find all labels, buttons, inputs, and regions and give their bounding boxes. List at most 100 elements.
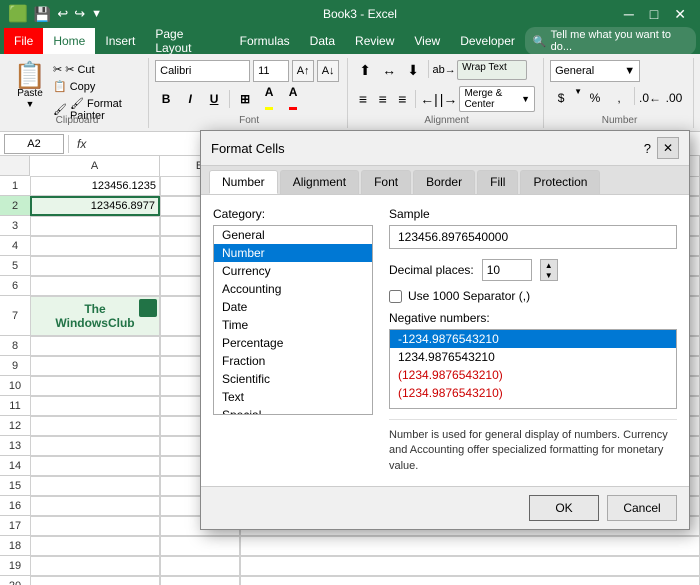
- decimal-spinner[interactable]: ▲ ▼: [540, 259, 558, 281]
- menu-review[interactable]: Review: [345, 28, 404, 54]
- separator-checkbox[interactable]: [389, 290, 402, 303]
- align-left-button[interactable]: ≡: [354, 89, 372, 109]
- menu-view[interactable]: View: [404, 28, 450, 54]
- decimal-places-input[interactable]: [482, 259, 532, 281]
- cell-a12[interactable]: [30, 416, 160, 436]
- bold-button[interactable]: B: [155, 88, 177, 110]
- cat-date[interactable]: Date: [214, 298, 372, 316]
- decrease-indent-button[interactable]: ←|: [420, 89, 438, 109]
- close-button[interactable]: ✕: [668, 4, 692, 25]
- row-header-3[interactable]: 3: [0, 216, 30, 236]
- cell-a5[interactable]: [30, 256, 160, 276]
- decrease-decimal-button[interactable]: .0←: [639, 87, 661, 109]
- increase-indent-button[interactable]: |→: [440, 89, 458, 109]
- row-header-17[interactable]: 17: [0, 516, 30, 536]
- cat-text[interactable]: Text: [214, 388, 372, 406]
- font-color-button[interactable]: A: [282, 88, 304, 110]
- neg-item-0[interactable]: -1234.9876543210: [390, 330, 676, 348]
- align-bottom-button[interactable]: ⬇: [402, 60, 424, 80]
- neg-item-2[interactable]: (1234.9876543210): [390, 366, 676, 384]
- row-header-14[interactable]: 14: [0, 456, 30, 476]
- fill-color-button[interactable]: A: [258, 88, 280, 110]
- menu-page-layout[interactable]: Page Layout: [145, 28, 229, 54]
- increase-decimal-button[interactable]: .00: [663, 87, 685, 109]
- cat-time[interactable]: Time: [214, 316, 372, 334]
- row-header-12[interactable]: 12: [0, 416, 30, 436]
- menu-developer[interactable]: Developer: [450, 28, 525, 54]
- row-header-7[interactable]: 7: [0, 296, 30, 336]
- row-header-13[interactable]: 13: [0, 436, 30, 456]
- cell-a18[interactable]: [30, 536, 160, 556]
- cell-a14[interactable]: [30, 456, 160, 476]
- underline-button[interactable]: U: [203, 88, 225, 110]
- cat-number[interactable]: Number: [214, 244, 372, 262]
- cell-reference-input[interactable]: [4, 134, 64, 154]
- undo-icon[interactable]: ↩: [57, 6, 68, 22]
- cancel-button[interactable]: Cancel: [607, 495, 677, 521]
- cell-a16[interactable]: [30, 496, 160, 516]
- spin-up-button[interactable]: ▲: [541, 260, 557, 270]
- redo-icon[interactable]: ↪: [74, 6, 85, 22]
- tab-number[interactable]: Number: [209, 170, 278, 194]
- dialog-close-button[interactable]: ✕: [657, 137, 679, 159]
- menu-data[interactable]: Data: [300, 28, 345, 54]
- cell-a4[interactable]: [30, 236, 160, 256]
- menu-file[interactable]: File: [4, 28, 43, 54]
- row-header-16[interactable]: 16: [0, 496, 30, 516]
- comma-button[interactable]: ,: [608, 87, 630, 109]
- dollar-dropdown-icon[interactable]: ▼: [574, 87, 582, 109]
- row-header-4[interactable]: 4: [0, 236, 30, 256]
- row-header-19[interactable]: 19: [0, 556, 30, 576]
- cell-a17[interactable]: [30, 516, 160, 536]
- wrap-text-button[interactable]: Wrap Text: [457, 60, 527, 80]
- customize-icon[interactable]: ▼: [91, 8, 102, 20]
- cell-a2[interactable]: 123456.8977: [30, 196, 160, 216]
- dollar-button[interactable]: $: [550, 87, 572, 109]
- cell-a8[interactable]: [30, 336, 160, 356]
- tab-protection[interactable]: Protection: [520, 170, 600, 194]
- menu-formulas[interactable]: Formulas: [230, 28, 300, 54]
- tab-font[interactable]: Font: [361, 170, 411, 194]
- row-header-9[interactable]: 9: [0, 356, 30, 376]
- cell-b20[interactable]: [160, 576, 240, 585]
- font-size-input[interactable]: [253, 60, 289, 82]
- row-header-10[interactable]: 10: [0, 376, 30, 396]
- cell-a13[interactable]: [30, 436, 160, 456]
- borders-button[interactable]: ⊞: [234, 88, 256, 110]
- percent-button[interactable]: %: [584, 87, 606, 109]
- col-header-a[interactable]: A: [30, 156, 160, 176]
- maximize-button[interactable]: □: [644, 4, 664, 24]
- cell-a15[interactable]: [30, 476, 160, 496]
- font-name-input[interactable]: [155, 60, 250, 82]
- row-header-8[interactable]: 8: [0, 336, 30, 356]
- cell-c18[interactable]: [240, 536, 700, 556]
- minimize-button[interactable]: ─: [618, 4, 640, 24]
- cell-a6[interactable]: [30, 276, 160, 296]
- cat-currency[interactable]: Currency: [214, 262, 372, 280]
- save-icon[interactable]: 💾: [34, 6, 51, 23]
- row-header-6[interactable]: 6: [0, 276, 30, 296]
- dialog-help-icon[interactable]: ?: [644, 141, 651, 156]
- tab-border[interactable]: Border: [413, 170, 475, 194]
- tab-alignment[interactable]: Alignment: [280, 170, 359, 194]
- category-list[interactable]: General Number Currency Accounting Date …: [213, 225, 373, 415]
- paste-button[interactable]: 📋 Paste ▼: [10, 60, 50, 111]
- cell-c19[interactable]: [240, 556, 700, 576]
- number-format-dropdown[interactable]: General ▼: [550, 60, 640, 82]
- row-header-15[interactable]: 15: [0, 476, 30, 496]
- align-middle-button[interactable]: ↔: [378, 60, 400, 80]
- spin-down-button[interactable]: ▼: [541, 270, 557, 280]
- cell-a9[interactable]: [30, 356, 160, 376]
- tab-fill[interactable]: Fill: [477, 170, 518, 194]
- cut-button[interactable]: ✂ ✂ Cut: [50, 62, 140, 77]
- copy-button[interactable]: 📋 Copy: [50, 79, 140, 94]
- row-header-18[interactable]: 18: [0, 536, 30, 556]
- cell-b19[interactable]: [160, 556, 240, 576]
- row-header-1[interactable]: 1: [0, 176, 30, 196]
- merge-center-button[interactable]: Merge & Center ▼: [459, 86, 535, 112]
- tell-me-box[interactable]: 🔍 Tell me what you want to do...: [525, 27, 696, 55]
- cell-a11[interactable]: [30, 396, 160, 416]
- row-header-2[interactable]: 2: [0, 196, 30, 216]
- ok-button[interactable]: OK: [529, 495, 599, 521]
- italic-button[interactable]: I: [179, 88, 201, 110]
